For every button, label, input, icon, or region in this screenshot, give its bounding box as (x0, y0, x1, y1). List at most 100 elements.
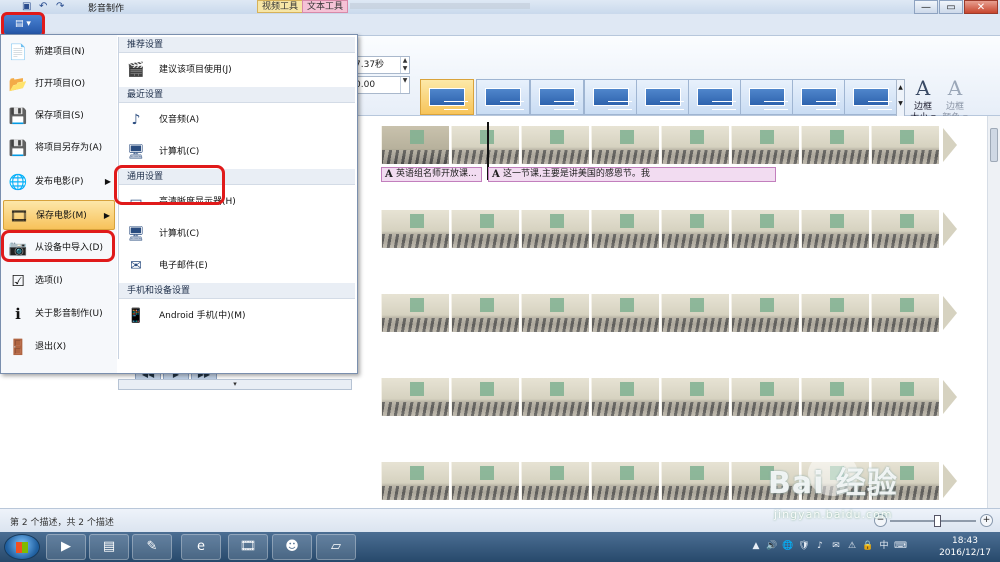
tray-icon[interactable]: 🛡 (798, 540, 810, 552)
watermark-main: Bai 经验 (768, 466, 898, 501)
effect-slide-left[interactable] (688, 79, 742, 115)
clip-strip[interactable] (381, 294, 957, 332)
start-time-value: 0.00 (355, 80, 376, 90)
submenu-item-android[interactable]: 📱 Android 手机(中)(M) (119, 301, 355, 331)
tab-video-tools[interactable]: 视频工具 (257, 0, 304, 13)
clip-thumbnail (591, 378, 659, 416)
movie-maker-icon[interactable]: 🎞 (228, 534, 268, 560)
submenu-scroll-down[interactable]: ▾ (118, 379, 352, 390)
submenu-item-computer-recent[interactable]: 🖥 计算机(C) (119, 137, 355, 167)
tray-icon[interactable]: ♪ (814, 540, 826, 552)
clip-strip[interactable] (381, 378, 957, 416)
effect-center[interactable] (476, 79, 530, 115)
effect-fly-in[interactable] (584, 79, 638, 115)
start-time-spinbox[interactable]: 0.00 ▼ (352, 76, 410, 94)
strip-continue-icon (943, 380, 957, 414)
music-note-icon: ♪ (131, 112, 141, 128)
email-icon: ✉ (130, 258, 142, 274)
tray-icon[interactable]: ⌨ (894, 540, 907, 552)
caption-text-1: 英语组名师开放课... (396, 169, 477, 179)
menu-item-label: 退出(X) (35, 342, 67, 352)
save-movie-icon: 🎞 (9, 207, 29, 225)
clip-thumbnail (591, 210, 659, 248)
clock[interactable]: 18:43 2016/12/17 (936, 535, 994, 559)
tray-icon[interactable]: 🌐 (782, 540, 794, 552)
menu-item-publish-globe[interactable]: 🌐 发布电影(P) ▶ (3, 167, 115, 197)
clip-thumbnail (521, 462, 589, 500)
tray-icon[interactable]: ▲ (750, 540, 762, 552)
caption-clip-2[interactable]: A 这一节课,主要是讲美国的感恩节。我 (488, 167, 776, 182)
menu-item-options[interactable]: ☑ 选项(I) (3, 266, 115, 296)
zoom-in-button[interactable]: + (980, 514, 993, 527)
border-color-icon: A (947, 76, 963, 100)
clip-thumbnail (521, 126, 589, 164)
tray-icon[interactable]: 🔊 (766, 540, 778, 552)
scrollbar-thumb[interactable] (990, 128, 998, 162)
submenu-item-audio-only[interactable]: ♪ 仅音频(A) (119, 105, 355, 135)
maximize-button[interactable]: ▭ (939, 0, 963, 14)
clip-thumbnail (731, 126, 799, 164)
effect-stretch[interactable] (636, 79, 690, 115)
android-phone-icon: 📱 (127, 308, 145, 324)
close-button[interactable]: ✕ (964, 0, 998, 14)
clip-thumbnail (801, 294, 869, 332)
menu-item-new-project[interactable]: 📄 新建项目(N) (3, 37, 115, 67)
baidu-watermark: Bai 经验 jingyan.baidu.com (768, 452, 968, 530)
submenu-item-computer[interactable]: 🖥 计算机(C) (119, 219, 355, 249)
caption-text-icon: A (492, 169, 500, 180)
effect-scroll-up[interactable] (420, 79, 474, 115)
tray-icon[interactable]: 🔒 (862, 540, 874, 552)
undo-icon[interactable]: ↶ (39, 1, 50, 12)
clip-thumbnail (591, 126, 659, 164)
clip-thumbnail (661, 126, 729, 164)
menu-item-exit[interactable]: 🚪 退出(X) (3, 332, 115, 362)
tab-text-tools[interactable]: 文本工具 (302, 0, 349, 13)
clip-thumbnail (381, 126, 449, 164)
clip-strip[interactable] (381, 210, 957, 248)
internet-explorer-icon[interactable]: e (181, 534, 221, 560)
qq-penguin-icon[interactable]: ☻ (272, 534, 312, 560)
dropdown-arrow-icon[interactable]: ▼ (400, 77, 409, 93)
minimize-button[interactable]: — (914, 0, 938, 14)
tray-icon[interactable]: 中 (878, 540, 890, 552)
border-size-icon[interactable]: A (908, 76, 938, 100)
file-explorer-icon[interactable]: ▤ (89, 534, 129, 560)
window-title: 影音制作 (88, 4, 125, 14)
phone-settings-header: 手机和设备设置 (119, 283, 355, 299)
media-player-icon[interactable]: ▶ (46, 534, 86, 560)
clip-thumbnail (451, 378, 519, 416)
menu-item-save-movie[interactable]: 🎞 保存电影(M) ▶ (3, 200, 115, 230)
submenu-item-recommended[interactable]: 🎬 建议该项目使用(J) (119, 55, 355, 85)
notepad-icon[interactable]: ▱ (316, 534, 356, 560)
clip-thumbnail (521, 210, 589, 248)
computer-option-highlight (114, 165, 225, 205)
clip-strip[interactable] (381, 126, 957, 164)
exit-icon: 🚪 (8, 338, 28, 356)
caption-clip-1[interactable]: A 英语组名师开放课... (381, 167, 482, 182)
clip-thumbnail (591, 294, 659, 332)
effect-expand[interactable] (530, 79, 584, 115)
redo-icon[interactable]: ↷ (56, 1, 67, 12)
tray-icon[interactable]: ✉ (830, 540, 842, 552)
effect-slide-right[interactable] (740, 79, 794, 115)
effect-perspective[interactable] (844, 79, 898, 115)
status-text: 第 2 个描述，共 2 个描述 (10, 518, 114, 528)
submenu-item-email[interactable]: ✉ 电子邮件(E) (119, 251, 355, 281)
menu-item-open-project[interactable]: 📂 打开项目(O) (3, 69, 115, 99)
menu-item-save-project[interactable]: 💾 保存项目(S) (3, 101, 115, 131)
menu-item-save-as[interactable]: 💾 将项目另存为(A) (3, 133, 115, 163)
storyboard-scrollbar[interactable] (987, 116, 1000, 508)
clip-thumbnail (871, 294, 939, 332)
save-icon[interactable]: ▣ (22, 1, 33, 12)
submenu-item-label: 仅音频(A) (159, 115, 200, 125)
ribbon-tab-strip (0, 14, 1000, 36)
clip-thumbnail (521, 378, 589, 416)
effect-rise[interactable] (792, 79, 846, 115)
menu-item-info[interactable]: ℹ 关于影音制作(U) (3, 299, 115, 329)
spin-arrows-icon[interactable]: ▲ ▼ (400, 57, 409, 73)
paint-icon[interactable]: ✎ (132, 534, 172, 560)
start-button[interactable] (4, 534, 40, 560)
duration-spinbox[interactable]: 7.37秒 ▲ ▼ (352, 56, 410, 74)
tray-icon[interactable]: ⚠ (846, 540, 858, 552)
app-menu-commands: 📄 新建项目(N) 📂 打开项目(O) 💾 保存项目(S) 💾 将项目另存为(A) 🌐 发布电影(… (1, 35, 117, 373)
